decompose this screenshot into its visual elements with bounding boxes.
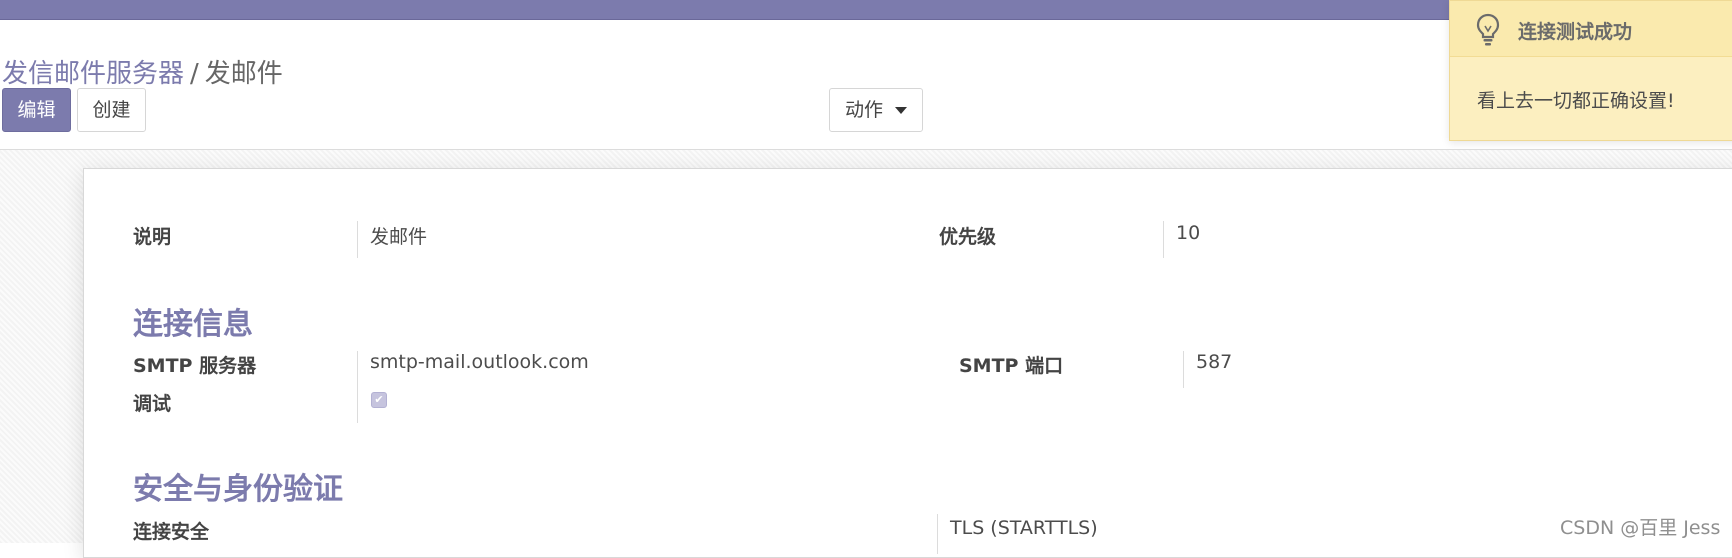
connection-section-title: 连接信息 xyxy=(133,307,253,342)
description-value: 发邮件 xyxy=(370,226,428,248)
smtp-server-value: smtp-mail.outlook.com xyxy=(370,351,589,373)
description-divider xyxy=(357,221,358,258)
watermark-text: CSDN @百里 Jess xyxy=(1560,517,1721,539)
checkmark-icon: ✔ xyxy=(374,393,384,406)
notification-header: 连接测试成功 xyxy=(1450,1,1732,57)
connection-security-label: 连接安全 xyxy=(133,521,210,543)
smtp-port-divider xyxy=(1183,351,1184,388)
action-dropdown-label: 动作 xyxy=(845,99,884,121)
create-button[interactable]: 创建 xyxy=(77,88,146,132)
notification-message: 看上去一切都正确设置! xyxy=(1477,90,1675,112)
breadcrumb-current: 发邮件 xyxy=(204,59,283,89)
priority-divider xyxy=(1163,221,1164,258)
lightbulb-icon xyxy=(1476,13,1500,51)
caret-down-icon xyxy=(895,107,907,114)
edit-button[interactable]: 编辑 xyxy=(2,88,71,132)
priority-value: 10 xyxy=(1176,222,1201,244)
smtp-port-value: 587 xyxy=(1196,351,1233,373)
notification-toast: 连接测试成功 看上去一切都正确设置! xyxy=(1449,0,1732,141)
breadcrumb-parent-link[interactable]: 发信邮件服务器 xyxy=(2,59,184,89)
description-label: 说明 xyxy=(133,226,172,248)
connection-security-value: TLS (STARTTLS) xyxy=(950,517,1098,539)
notification-title: 连接测试成功 xyxy=(1518,21,1633,43)
security-section-title: 安全与身份验证 xyxy=(133,472,343,507)
smtp-server-label: SMTP 服务器 xyxy=(133,355,257,377)
debug-label: 调试 xyxy=(133,393,172,415)
smtp-port-label: SMTP 端口 xyxy=(959,355,1064,377)
action-dropdown-button[interactable]: 动作 xyxy=(829,88,923,132)
breadcrumb: 发信邮件服务器 / 发邮件 xyxy=(2,56,283,92)
priority-label: 优先级 xyxy=(939,226,997,248)
form-sheet: 说明 发邮件 优先级 10 连接信息 SMTP 服务器 smtp-mail.ou… xyxy=(83,168,1732,558)
debug-checkbox[interactable]: ✔ xyxy=(371,392,387,408)
smtp-server-divider xyxy=(357,351,358,423)
breadcrumb-separator: / xyxy=(190,59,199,89)
connection-security-divider xyxy=(937,514,938,554)
